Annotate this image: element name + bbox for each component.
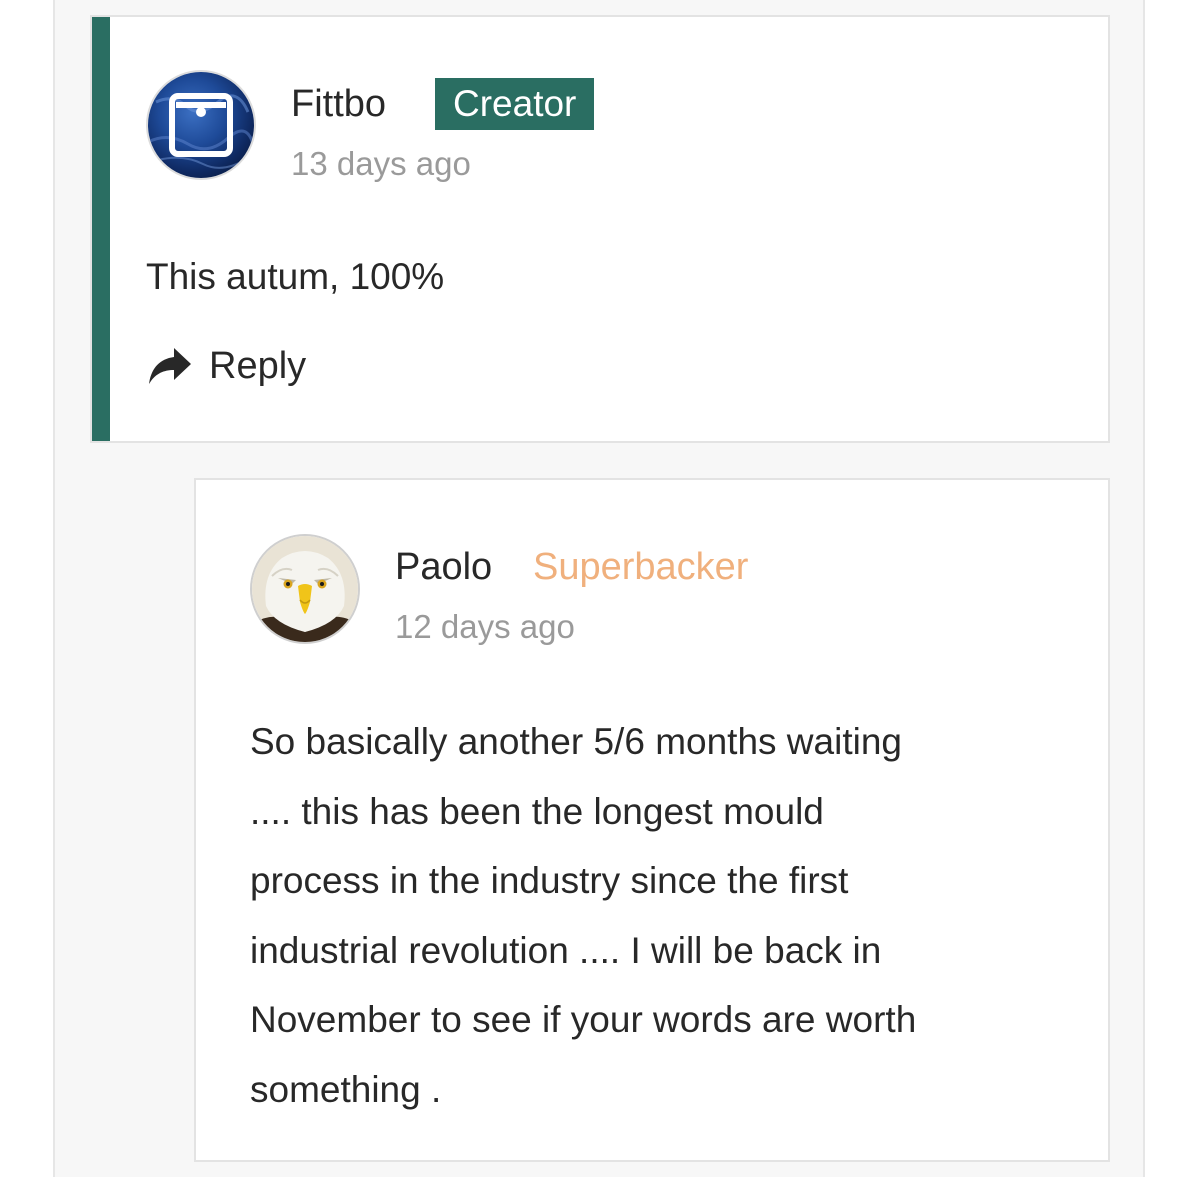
author-name[interactable]: Fittbo bbox=[291, 85, 386, 123]
reply-comment-card: Paolo Superbacker 12 days ago So basical… bbox=[194, 478, 1110, 1162]
comment-body: So basically another 5/6 months waiting … bbox=[250, 721, 917, 1110]
comment-body: This autum, 100% bbox=[146, 256, 445, 297]
comment-timestamp: 13 days ago bbox=[291, 145, 471, 182]
author-name[interactable]: Paolo bbox=[395, 548, 492, 586]
square-logo-on-earth-icon bbox=[148, 72, 254, 178]
creator-accent-bar bbox=[92, 17, 110, 441]
reply-arrow-icon bbox=[149, 348, 191, 384]
eagle-avatar-icon bbox=[252, 536, 358, 642]
creator-badge: Creator bbox=[435, 78, 595, 130]
reply-label: Reply bbox=[209, 345, 307, 387]
comment-timestamp: 12 days ago bbox=[395, 608, 575, 645]
creator-comment-card: Fittbo Creator 13 days ago This autum, 1… bbox=[90, 15, 1110, 443]
superbacker-badge: Superbacker bbox=[533, 546, 749, 588]
reply-button[interactable]: Reply bbox=[148, 341, 306, 391]
fittbo-avatar[interactable] bbox=[146, 70, 256, 180]
paolo-avatar[interactable] bbox=[250, 534, 360, 644]
